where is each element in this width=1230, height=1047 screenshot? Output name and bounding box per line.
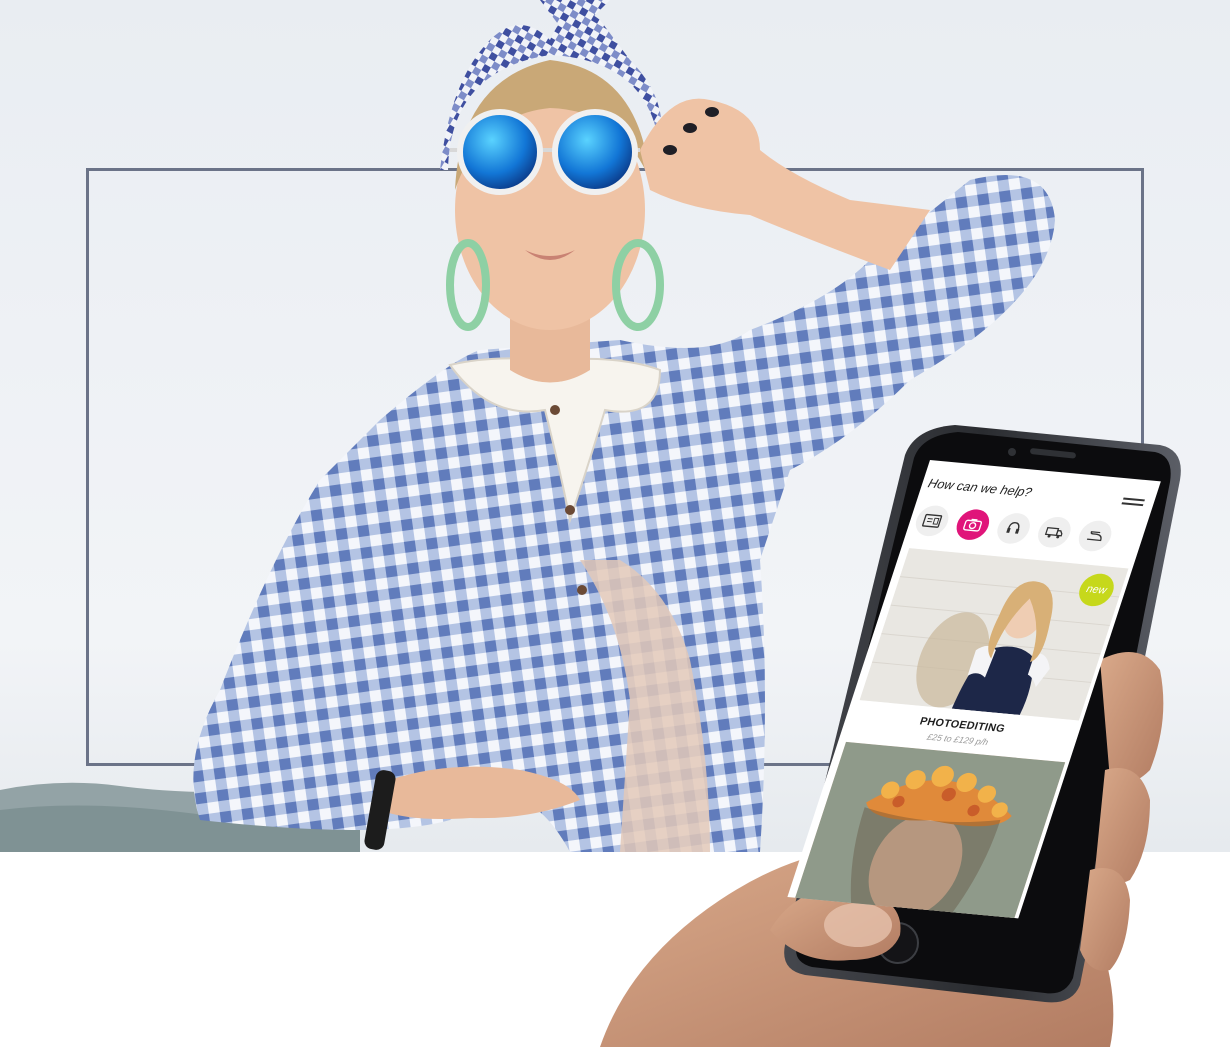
hamburger-menu-icon[interactable] — [1121, 497, 1145, 509]
second-service-image — [793, 741, 1066, 919]
category-camera-icon[interactable] — [952, 508, 994, 542]
category-headset-icon[interactable] — [993, 511, 1035, 546]
second-service-card[interactable] — [793, 741, 1066, 919]
featured-service-image — [859, 548, 1129, 721]
app-header-title: How can we help? — [926, 475, 1034, 500]
category-delivery-truck-icon[interactable] — [1033, 515, 1075, 549]
category-id-card-icon[interactable] — [911, 504, 953, 538]
category-iron-icon[interactable] — [1074, 519, 1116, 553]
featured-service-card[interactable]: new — [859, 548, 1129, 721]
landing-hero: How can we help? new PHOTOEDITING £25 to… — [0, 0, 1230, 1047]
